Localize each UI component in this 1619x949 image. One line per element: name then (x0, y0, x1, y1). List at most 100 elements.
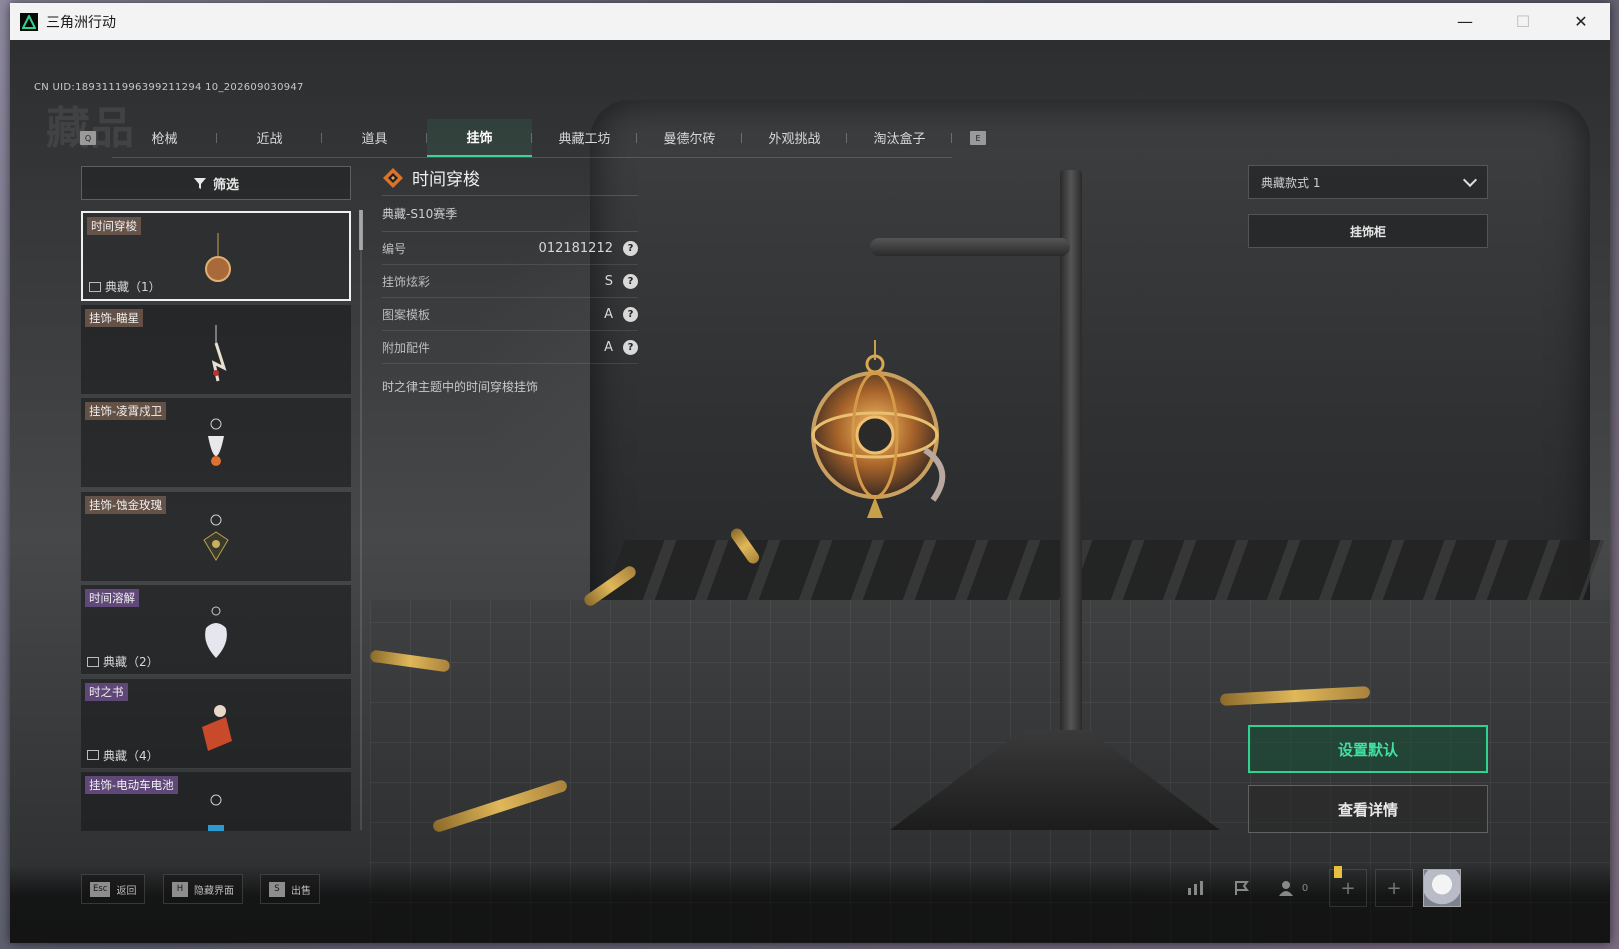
category-tabbar: Q 枪械 近战 道具 挂饰 典藏工坊 曼德尔砖 外观挑战 淘汰盒子 E (80, 118, 986, 158)
tab-collection-workshop[interactable]: 典藏工坊 (532, 119, 637, 157)
minimize-button[interactable]: — (1436, 3, 1494, 40)
hint-back[interactable]: Esc 返回 (81, 874, 146, 904)
charm-thumbnail (203, 514, 229, 561)
flag-icon[interactable] (1219, 868, 1265, 908)
tab-appearance-challenge[interactable]: 外观挑战 (742, 119, 847, 157)
hint-label: 隐藏界面 (194, 885, 234, 897)
list-item[interactable]: 时间穿梭 典藏（1） (81, 211, 351, 301)
rarity-diamond-icon (383, 167, 403, 188)
collection-icon (87, 750, 99, 760)
hint-hide-ui[interactable]: H 隐藏界面 (163, 874, 243, 904)
charm-cabinet-button[interactable]: 挂饰柜 (1248, 214, 1488, 248)
maximize-button[interactable]: ☐ (1494, 3, 1552, 40)
help-icon[interactable]: ? (623, 273, 638, 289)
list-scrollbar-track[interactable] (360, 210, 362, 830)
list-item[interactable]: 挂饰-电动车电池 (81, 772, 351, 831)
charm-stand-arm (870, 238, 1070, 256)
list-item[interactable]: 时间溶解 典藏（2） (81, 585, 351, 675)
list-item[interactable]: 挂饰-瞄星 (81, 304, 351, 395)
list-item[interactable]: 时之书 典藏（4） (81, 678, 351, 769)
hint-sell[interactable]: S 出售 (260, 874, 320, 904)
item-name: 挂饰-凌霄戍卫 (85, 402, 167, 420)
style-select-value: 典藏款式 1 (1261, 175, 1321, 190)
hint-label: 出售 (291, 885, 311, 897)
tab-mandel-bricks[interactable]: 曼德尔砖 (637, 119, 742, 157)
list-scrollbar-thumb[interactable] (359, 210, 363, 250)
charm-model (811, 340, 946, 518)
help-icon[interactable]: ? (623, 240, 638, 256)
item-collection-count: 典藏（1） (105, 280, 161, 294)
charm-thumbnail (205, 606, 227, 658)
detail-panel: 时间穿梭 典藏-S10赛季 编号 012181212? 挂饰炫彩 S? 图案模板… (382, 160, 638, 395)
view-details-button[interactable]: 查看详情 (1248, 785, 1488, 833)
charm-stand-pole (1060, 170, 1082, 770)
charm-thumbnail (202, 704, 232, 751)
prop-accessory: 附加配件 A? (382, 331, 638, 364)
system-tray: 0 + + (1173, 868, 1461, 908)
collection-style-select[interactable]: 典藏款式 1 (1248, 165, 1488, 199)
detail-title: 时间穿梭 (412, 170, 480, 190)
item-name: 时间溶解 (85, 589, 139, 607)
stats-icon[interactable] (1173, 868, 1219, 908)
prop-pattern: 图案模板 A? (382, 298, 638, 331)
tab-melee[interactable]: 近战 (217, 119, 322, 157)
item-collection-count: 典藏（4） (103, 748, 159, 763)
game-window: 三角洲行动 — ☐ ✕ CN UID:1893111996399211294 1… (10, 3, 1610, 943)
collection-icon (87, 656, 99, 667)
charm-thumbnail (211, 324, 227, 381)
prop-label: 附加配件 (382, 340, 431, 355)
charm-list: 时间穿梭 典藏（1） 挂饰-瞄星 挂饰-凌霄戍卫 挂饰-蚀金玫瑰 时间溶解 典藏… (81, 211, 351, 831)
notification-badge (1334, 866, 1342, 878)
charm-thumbnail (208, 418, 224, 466)
charm-thumbnail (205, 233, 231, 282)
category-tabs: 枪械 近战 道具 挂饰 典藏工坊 曼德尔砖 外观挑战 淘汰盒子 (112, 118, 952, 158)
help-icon[interactable]: ? (623, 339, 638, 355)
prop-label: 图案模板 (382, 307, 431, 322)
tab-items[interactable]: 道具 (322, 119, 427, 157)
prop-value: S (604, 273, 613, 289)
window-title: 三角洲行动 (46, 14, 116, 31)
title-bar: 三角洲行动 — ☐ ✕ (10, 3, 1610, 40)
charm-thumbnail (208, 794, 224, 831)
prop-value: A (604, 339, 613, 355)
close-button[interactable]: ✕ (1552, 3, 1610, 40)
item-name: 时间穿梭 (87, 217, 141, 235)
friends-icon[interactable]: 0 (1265, 868, 1321, 908)
prop-color: 挂饰炫彩 S? (382, 265, 638, 298)
item-name: 挂饰-电动车电池 (85, 776, 178, 794)
friends-count: 0 (1301, 882, 1309, 894)
tab-elimination-box[interactable]: 淘汰盒子 (847, 119, 952, 157)
tab-guns[interactable]: 枪械 (112, 119, 217, 157)
hint-label: 返回 (116, 885, 137, 897)
prev-tab-key[interactable]: Q (80, 131, 96, 145)
next-tab-key[interactable]: E (970, 131, 986, 145)
detail-season: 典藏-S10赛季 (382, 196, 638, 232)
detail-description: 时之律主题中的时间穿梭挂饰 (382, 380, 539, 394)
item-name: 挂饰-蚀金玫瑰 (85, 495, 167, 514)
prop-serial: 编号 012181212? (382, 232, 638, 265)
item-collection-count: 典藏（2） (103, 655, 159, 669)
hint-key: H (172, 881, 188, 897)
item-name: 挂饰-瞄星 (85, 308, 144, 327)
hint-key: S (269, 881, 285, 897)
filter-label: 筛选 (212, 177, 239, 193)
prop-label: 挂饰炫彩 (382, 274, 431, 289)
filter-icon (193, 178, 206, 189)
prop-value: A (604, 306, 613, 322)
chevron-down-icon (1462, 172, 1478, 188)
avatar[interactable] (1423, 869, 1461, 907)
add-slot-button[interactable]: + (1375, 869, 1413, 907)
set-default-button[interactable]: 设置默认 (1248, 725, 1488, 773)
filter-button[interactable]: 筛选 (81, 166, 351, 200)
list-item[interactable]: 挂饰-凌霄戍卫 (81, 398, 351, 488)
game-scene: CN UID:1893111996399211294 10_2026090309… (10, 40, 1610, 943)
collection-icon (89, 281, 101, 292)
help-icon[interactable]: ? (623, 306, 638, 322)
prop-value: 012181212 (538, 240, 613, 256)
item-name: 时之书 (85, 682, 128, 701)
app-logo-icon (20, 12, 38, 31)
tab-charms[interactable]: 挂饰 (427, 118, 532, 157)
hint-key: Esc (90, 881, 111, 897)
list-item[interactable]: 挂饰-蚀金玫瑰 (81, 491, 351, 582)
prop-label: 编号 (382, 241, 407, 256)
